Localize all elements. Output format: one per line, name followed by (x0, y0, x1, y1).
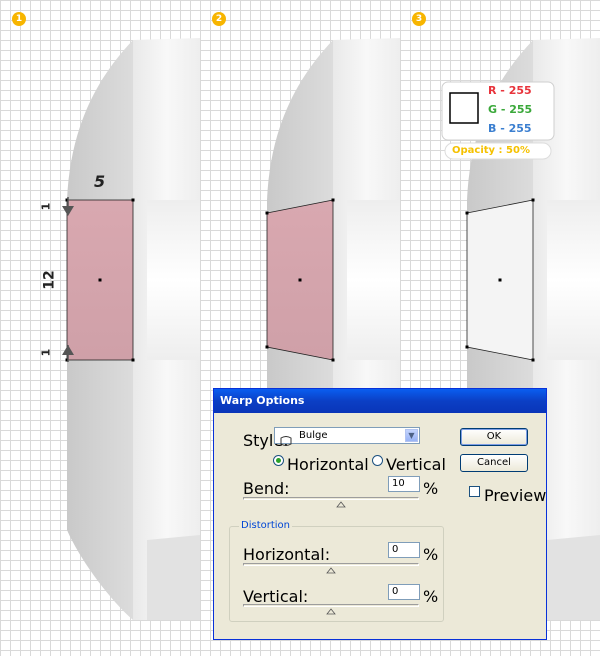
dialog-title: Warp Options (214, 389, 546, 413)
ok-button[interactable]: OK (460, 428, 528, 446)
dist-horizontal-input[interactable]: 0 (388, 542, 420, 558)
bend-percent: % (423, 479, 439, 498)
radio-horizontal[interactable] (273, 455, 284, 466)
rectangle-step-2[interactable] (265, 198, 335, 362)
dist-horizontal-track[interactable] (243, 563, 419, 566)
bend-slider-thumb[interactable] (336, 501, 346, 508)
dist-horizontal-percent: % (423, 545, 439, 564)
rectangle-step-1[interactable] (65, 198, 135, 362)
chevron-down-icon[interactable]: ▼ (405, 429, 418, 442)
radio-horizontal-label: Horizontal (287, 455, 369, 474)
height-label: 12 (41, 270, 58, 290)
dist-vertical-thumb[interactable] (326, 608, 336, 615)
cancel-button[interactable]: Cancel (460, 454, 528, 472)
color-swatch (449, 92, 479, 124)
rectangle-step-3[interactable] (465, 198, 535, 362)
color-card-r: R - 255 (488, 84, 532, 97)
dist-vertical-input[interactable]: 0 (388, 584, 420, 600)
bend-label: Bend: (243, 479, 290, 498)
color-card-b: B - 255 (488, 122, 532, 135)
top-gap-label: 1 (39, 202, 53, 211)
radio-selected-dot (276, 458, 281, 463)
color-card-opacity: Opacity : 50% (452, 145, 530, 156)
radio-vertical-label: Vertical (386, 455, 446, 474)
bottom-gap-label: 1 (39, 348, 53, 357)
dist-vertical-percent: % (423, 587, 439, 606)
bend-slider-track[interactable] (243, 497, 419, 500)
bulge-icon (280, 431, 292, 450)
dist-vertical-track[interactable] (243, 604, 419, 607)
bend-input[interactable]: 10 (388, 476, 420, 492)
color-card-g: G - 255 (488, 103, 533, 116)
style-select-value: Bulge (299, 430, 328, 441)
width-label: 5 (94, 172, 106, 191)
preview-label: Preview (484, 486, 547, 505)
distortion-title: Distortion (239, 520, 292, 531)
distortion-group (229, 526, 444, 622)
dist-horizontal-thumb[interactable] (326, 567, 336, 574)
radio-vertical[interactable] (372, 455, 383, 466)
preview-checkbox[interactable] (469, 486, 480, 497)
artboard: 1 2 3 5 1 12 1 R - 255 G - 255 B - 255 O… (0, 0, 600, 656)
dist-horizontal-label: Horizontal: (243, 545, 331, 564)
style-select[interactable]: Bulge ▼ (274, 427, 420, 446)
